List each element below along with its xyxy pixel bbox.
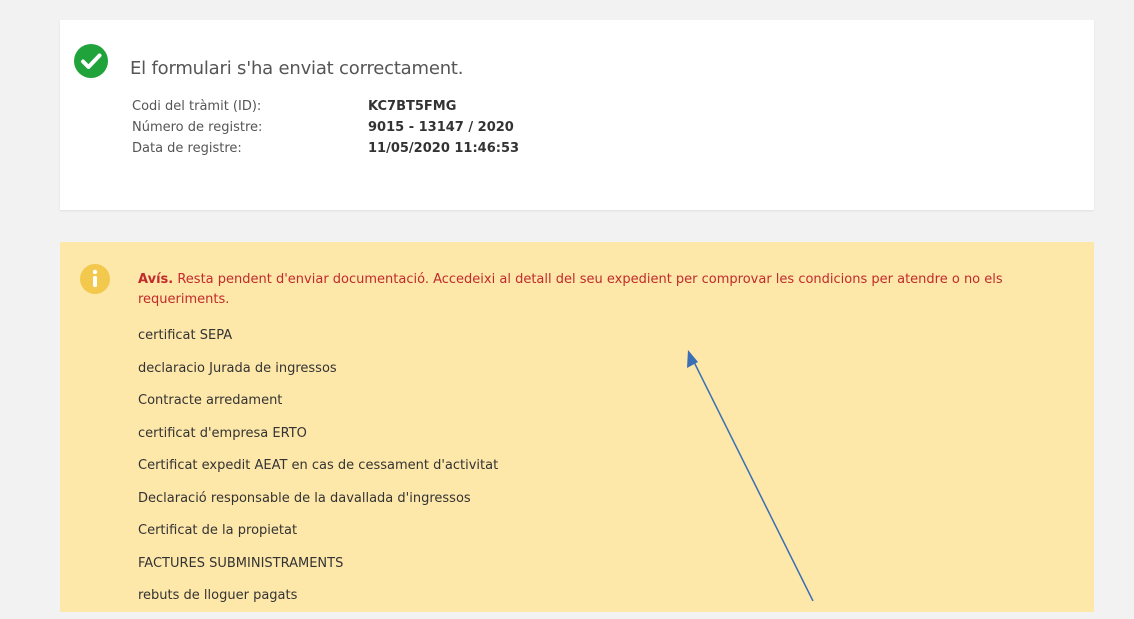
list-item: Certificat expedit AEAT en cas de cessam…: [138, 458, 499, 473]
detail-label: Data de registre:: [132, 141, 242, 156]
detail-label: Número de registre:: [132, 120, 263, 135]
warning-card: Avís. Resta pendent d'enviar documentaci…: [60, 242, 1094, 612]
warning-body: Resta pendent d'enviar documentació. Acc…: [138, 272, 1003, 307]
success-card: El formulari s'ha enviat correctament. C…: [60, 20, 1094, 210]
detail-row-register-date: Data de registre: 11/05/2020 11:46:53: [132, 138, 519, 159]
warning-prefix: Avís.: [138, 272, 174, 287]
warning-message: Avís. Resta pendent d'enviar documentaci…: [138, 270, 1058, 310]
list-item: declaracio Jurada de ingressos: [138, 360, 337, 376]
list-item: rebuts de lloguer pagats: [138, 588, 298, 603]
pending-documents-list: certificat SEPA declaracio Jurada de ing…: [138, 326, 498, 619]
registration-details: Codi del tràmit (ID): KC7BT5FMG Número d…: [132, 96, 519, 159]
detail-value: 9015 - 13147 / 2020: [368, 120, 514, 135]
detail-row-id: Codi del tràmit (ID): KC7BT5FMG: [132, 96, 519, 117]
list-item: Declaració responsable de la davallada d…: [138, 490, 471, 506]
list-item: certificat d'empresa ERTO: [138, 425, 307, 441]
list-item: certificat SEPA: [138, 328, 233, 343]
detail-label: Codi del tràmit (ID):: [132, 99, 262, 114]
detail-value: KC7BT5FMG: [368, 99, 457, 114]
detail-value: 11/05/2020 11:46:53: [368, 141, 520, 156]
page: El formulari s'ha enviat correctament. C…: [0, 0, 1134, 612]
list-item: FACTURES SUBMINISTRAMENTS: [138, 555, 344, 571]
list-item: Contracte arredament: [138, 393, 283, 408]
info-circle-icon: [80, 264, 110, 294]
check-circle-icon: [74, 44, 108, 78]
success-title: El formulari s'ha enviat correctament.: [130, 58, 464, 79]
detail-row-register-number: Número de registre: 9015 - 13147 / 2020: [132, 117, 519, 138]
list-item: Certificat de la propietat: [138, 523, 298, 538]
